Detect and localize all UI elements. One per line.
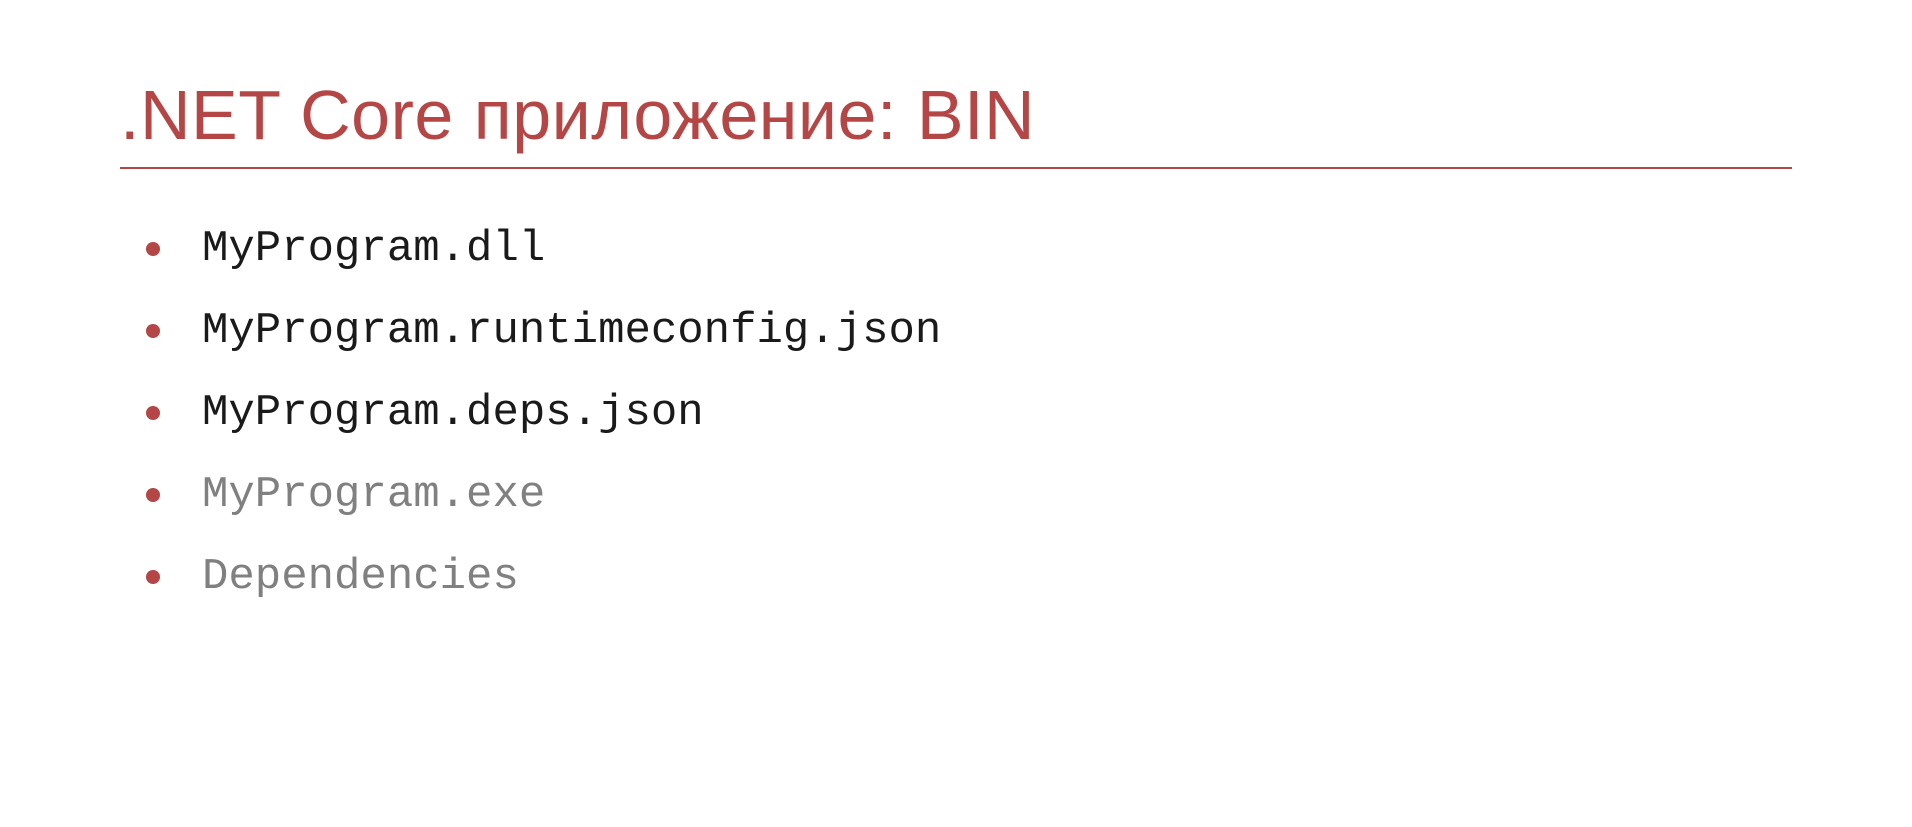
list-item: Dependencies [146, 552, 1792, 602]
bullet-icon [146, 488, 160, 502]
list-item: MyProgram.runtimeconfig.json [146, 306, 1792, 356]
list-item-text: MyProgram.deps.json [202, 388, 704, 438]
bullet-icon [146, 324, 160, 338]
list-item: MyProgram.deps.json [146, 388, 1792, 438]
list-item: MyProgram.exe [146, 470, 1792, 520]
list-item-text: MyProgram.exe [202, 470, 545, 520]
bullet-icon [146, 570, 160, 584]
list-item-text: Dependencies [202, 552, 519, 602]
bullet-list: MyProgram.dll MyProgram.runtimeconfig.js… [120, 224, 1792, 602]
slide-title: .NET Core приложение: BIN [120, 75, 1792, 169]
bullet-icon [146, 406, 160, 420]
bullet-icon [146, 242, 160, 256]
list-item-text: MyProgram.runtimeconfig.json [202, 306, 941, 356]
list-item-text: MyProgram.dll [202, 224, 545, 274]
list-item: MyProgram.dll [146, 224, 1792, 274]
